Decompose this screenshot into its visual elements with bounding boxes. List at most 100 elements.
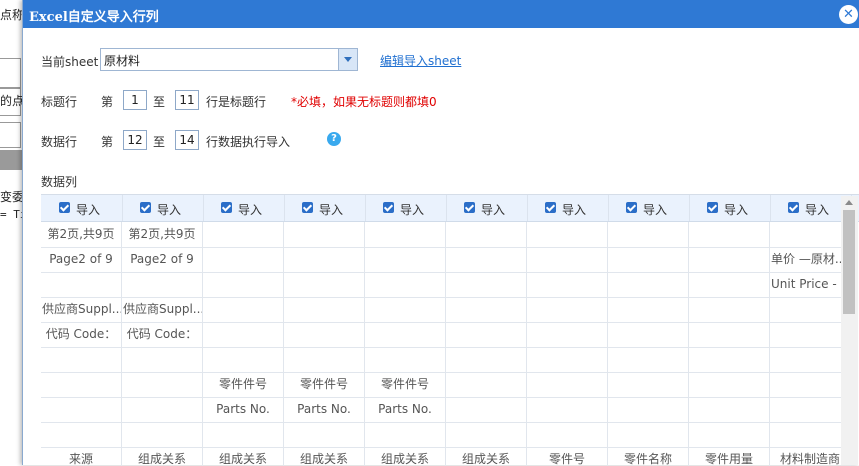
column-import-toggle[interactable]: 导入 [689,195,771,221]
column-import-toggle[interactable]: 导入 [608,195,690,221]
table-cell [203,247,284,272]
scroll-up-icon[interactable] [845,200,853,205]
table-cell [446,247,527,272]
table-row: 零件件号 零件件号 零件件号 [41,372,851,398]
table-cell [608,297,689,322]
table-cell [365,347,446,372]
dialog-title: Excel自定义导入行列 [29,10,159,25]
table-cell [446,297,527,322]
table-cell [770,297,851,322]
table-cell [689,247,770,272]
table-cell [284,322,365,347]
table-cell [608,422,689,447]
table-cell: Parts No. [365,397,446,422]
table-cell [770,347,851,372]
scrollbar-thumb[interactable] [843,210,855,314]
table-cell [284,347,365,372]
chevron-down-icon [344,57,352,62]
table-row: 代码 Code： 代码 Code： [41,322,851,348]
table-cell [770,322,851,347]
dialog-titlebar[interactable]: Excel自定义导入行列 ✕ [23,0,859,28]
table-cell [689,322,770,347]
background-text: 变委 [0,190,22,204]
table-cell: 单价 —原材... [770,247,851,272]
table-cell: 第2页,共9页 [41,222,122,247]
background-input [0,58,21,88]
dropdown-button[interactable] [338,49,357,70]
edit-sheet-link[interactable]: 编辑导入sheet [380,52,461,69]
column-import-label: 导入 [157,203,182,217]
table-cell: Parts No. [203,397,284,422]
table-cell [41,347,122,372]
title-row-to-input[interactable]: 11 [175,90,199,110]
table-cell [527,347,608,372]
table-cell: 供应商Suppl... [122,297,203,322]
column-import-label: 导入 [238,203,263,217]
column-import-toggle[interactable]: 导入 [446,195,528,221]
checkbox-checked-icon[interactable] [59,202,70,213]
background-text: 的点 [0,94,22,108]
table-cell [446,372,527,397]
table-row: Parts No. Parts No. Parts No. [41,397,851,423]
checkbox-checked-icon[interactable] [140,202,151,213]
table-cell [527,247,608,272]
import-dialog: Excel自定义导入行列 ✕ 当前sheet 原材料 编辑导入sheet 标题行… [22,0,859,466]
checkbox-checked-icon[interactable] [302,202,313,213]
column-import-toggle[interactable]: 导入 [122,195,204,221]
column-import-toggle[interactable]: 导入 [770,195,852,221]
table-cell [365,422,446,447]
table-cell [527,422,608,447]
column-import-label: 导入 [481,203,506,217]
table-cell [446,322,527,347]
checkbox-checked-icon[interactable] [383,202,394,213]
table-cell: 组成关系 [446,447,527,466]
checkbox-checked-icon[interactable] [221,202,232,213]
table-cell [608,272,689,297]
table-cell [689,372,770,397]
help-icon[interactable]: ? [327,132,341,146]
table-cell: Unit Price - [770,272,851,297]
table-cell: 代码 Code： [122,322,203,347]
close-icon[interactable]: ✕ [839,5,858,24]
table-row: 来源 组成关系 组成关系 组成关系 组成关系 组成关系 零件号 零件名称 零件用量 材料制造商 [41,447,851,466]
sheet-select[interactable]: 原材料 [100,48,358,71]
table-cell: 第2页,共9页 [122,222,203,247]
column-import-toggle[interactable]: 导入 [203,195,285,221]
table-cell [365,222,446,247]
table-cell [527,222,608,247]
data-row-to-word: 至 [153,135,166,149]
column-import-toggle[interactable]: 导入 [41,195,123,221]
table-cell [770,422,851,447]
checkbox-checked-icon[interactable] [707,202,718,213]
column-import-label: 导入 [319,203,344,217]
table-cell [284,272,365,297]
table-cell [608,347,689,372]
vertical-scrollbar[interactable] [841,196,858,465]
checkbox-checked-icon[interactable] [464,202,475,213]
title-row-suffix: 行是标题行 [206,95,267,109]
column-import-toggle[interactable]: 导入 [284,195,366,221]
table-cell [122,372,203,397]
table-cell [446,347,527,372]
table-cell [41,422,122,447]
table-cell: 组成关系 [365,447,446,466]
table-cell [608,222,689,247]
table-cell [689,222,770,247]
table-cell: Parts No. [284,397,365,422]
column-import-toggle[interactable]: 导入 [527,195,609,221]
table-cell [608,322,689,347]
data-row-to-input[interactable]: 14 [175,130,199,150]
table-cell [365,322,446,347]
table-cell [689,347,770,372]
title-row-from-input[interactable]: 1 [123,90,147,110]
checkbox-checked-icon[interactable] [788,202,799,213]
table-cell [203,422,284,447]
column-import-toggle[interactable]: 导入 [365,195,447,221]
checkbox-checked-icon[interactable] [626,202,637,213]
column-import-label: 导入 [76,203,101,217]
table-cell: 来源 [41,447,122,466]
data-row-from-input[interactable]: 12 [123,130,147,150]
table-cell [122,347,203,372]
checkbox-checked-icon[interactable] [545,202,556,213]
column-import-label: 导入 [724,203,749,217]
